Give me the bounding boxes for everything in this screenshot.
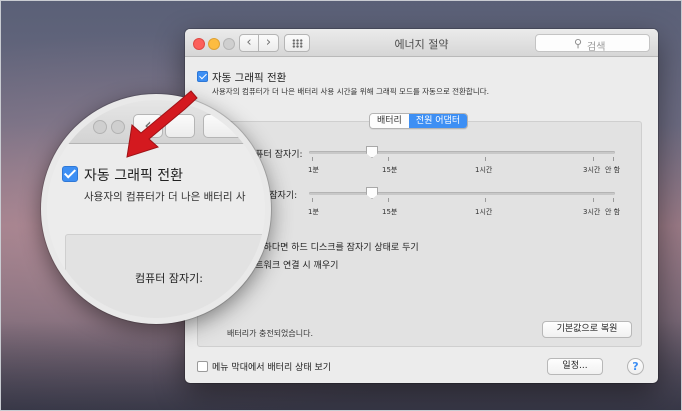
tick-label-1min: 1분 xyxy=(308,166,319,174)
slider-tick xyxy=(312,198,313,202)
tick-label-never: 안 함 xyxy=(605,166,621,174)
screenshot-frame: ‹ › 에너지 절약 ⚲ 검색 자동 그래픽 전환 사용자의 컴퓨터가 더 나은… xyxy=(0,0,682,411)
slider-tick xyxy=(593,157,594,161)
magnified-window-button xyxy=(111,120,125,134)
magnified-window-button xyxy=(93,120,107,134)
magnified-grid-button xyxy=(203,114,243,138)
power-source-tabs: 배터리 전원 어댑터 xyxy=(369,113,469,129)
hard-disk-sleep-option[interactable]: 가능하다면 하드 디스크를 잠자기 상태로 두기 xyxy=(247,240,419,253)
tick-label-1hour: 1시간 xyxy=(475,208,493,216)
tick-label-15min: 15분 xyxy=(382,166,398,174)
show-battery-status-label: 메뉴 막대에서 배터리 상태 보기 xyxy=(212,363,332,373)
magnified-computer-sleep-label: 컴퓨터 잠자기: xyxy=(135,272,203,285)
auto-graphics-switching-label: 자동 그래픽 전환 xyxy=(212,72,287,84)
tick-label-15min: 15분 xyxy=(382,208,398,216)
slider-tick xyxy=(485,157,486,161)
slider-tick xyxy=(388,157,389,161)
schedule-button[interactable]: 일정... xyxy=(547,358,603,375)
magnified-forward-button xyxy=(165,114,195,138)
magnified-back-button: ‹ xyxy=(133,114,163,138)
slider-tick xyxy=(593,198,594,202)
help-button[interactable]: ? xyxy=(627,358,644,375)
magnifier-callout: ‹ 자동 그래픽 전환 사용자의 컴퓨터가 더 나은 배터리 사 컴퓨터 잠자기… xyxy=(41,94,271,324)
search-icon: ⚲ xyxy=(574,37,583,50)
tab-battery[interactable]: 배터리 xyxy=(370,114,409,128)
auto-graphics-switching-description: 사용자의 컴퓨터가 더 나은 배터리 사용 시간을 위해 그래픽 모드를 자동으… xyxy=(212,87,490,96)
tick-label-3hours: 3시간 xyxy=(583,208,601,216)
title-bar: ‹ › 에너지 절약 ⚲ 검색 xyxy=(185,29,658,57)
slider-tick xyxy=(312,157,313,161)
magnified-label: 자동 그래픽 전환 xyxy=(84,168,184,184)
tick-label-1hour: 1시간 xyxy=(475,166,493,174)
restore-defaults-button[interactable]: 기본값으로 복원 xyxy=(542,321,632,338)
tick-label-3hours: 3시간 xyxy=(583,166,601,174)
search-field[interactable]: ⚲ 검색 xyxy=(535,34,650,53)
magnified-title-bar: ‹ xyxy=(47,100,265,144)
computer-sleep-slider[interactable] xyxy=(309,151,615,154)
slider-tick xyxy=(613,198,614,202)
tick-label-never: 안 함 xyxy=(605,208,621,216)
magnified-checkbox xyxy=(62,166,78,182)
tab-power-adapter[interactable]: 전원 어댑터 xyxy=(408,114,468,128)
tick-label-1min: 1분 xyxy=(308,208,319,216)
display-sleep-slider[interactable] xyxy=(309,192,615,195)
show-battery-status-checkbox[interactable] xyxy=(197,361,208,372)
search-placeholder: 검색 xyxy=(587,42,606,53)
magnified-description: 사용자의 컴퓨터가 더 나은 배터리 사 xyxy=(84,191,246,203)
auto-graphics-switching-checkbox[interactable] xyxy=(197,71,208,82)
slider-tick xyxy=(613,157,614,161)
battery-status-text: 배터리가 충전되었습니다. xyxy=(227,329,314,338)
slider-tick xyxy=(388,198,389,202)
slider-tick xyxy=(485,198,486,202)
